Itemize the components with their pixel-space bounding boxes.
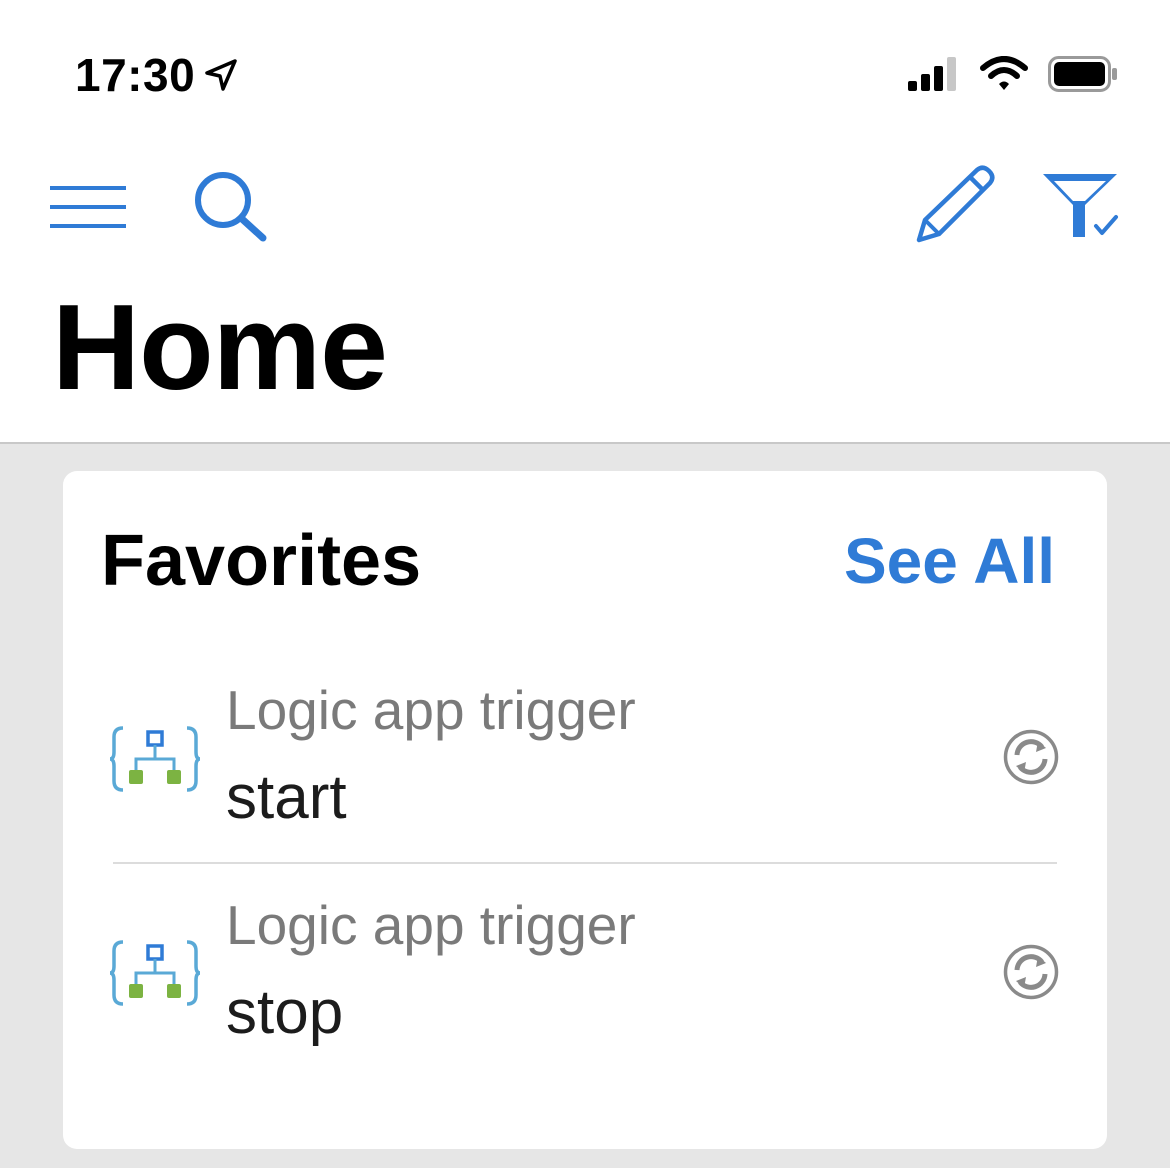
see-all-link[interactable]: See All: [844, 529, 1055, 593]
wifi-icon: [980, 56, 1028, 90]
favorite-item[interactable]: Logic app trigger stop: [63, 874, 1107, 1084]
row-divider: [113, 862, 1057, 864]
location-arrow-icon: [205, 59, 237, 91]
favorite-item[interactable]: Logic app trigger start: [63, 659, 1107, 869]
favorite-item-name: start: [226, 763, 347, 832]
app-header: 17:30 Home: [0, 0, 1170, 444]
logic-app-icon: [109, 940, 201, 1006]
favorites-title: Favorites: [101, 521, 422, 601]
favorite-item-name: stop: [226, 978, 344, 1047]
search-icon[interactable]: [193, 170, 269, 242]
logic-app-icon: [109, 726, 201, 792]
page-title: Home: [52, 279, 388, 415]
time-label: 17:30: [75, 49, 196, 101]
refresh-icon[interactable]: [1003, 944, 1059, 1000]
refresh-icon[interactable]: [1003, 729, 1059, 785]
hamburger-menu-icon[interactable]: [48, 183, 128, 231]
favorite-item-type: Logic app trigger: [226, 894, 636, 956]
favorite-item-type: Logic app trigger: [226, 679, 636, 741]
filter-check-icon[interactable]: [1040, 171, 1122, 241]
battery-icon: [1048, 56, 1117, 92]
pencil-icon[interactable]: [913, 164, 997, 244]
status-bar-indicators: [908, 56, 1118, 92]
favorites-card: Favorites See All Logic app trigger star…: [63, 471, 1107, 1149]
status-bar-time: 17:30: [75, 48, 239, 102]
cellular-signal-icon: [908, 57, 956, 91]
